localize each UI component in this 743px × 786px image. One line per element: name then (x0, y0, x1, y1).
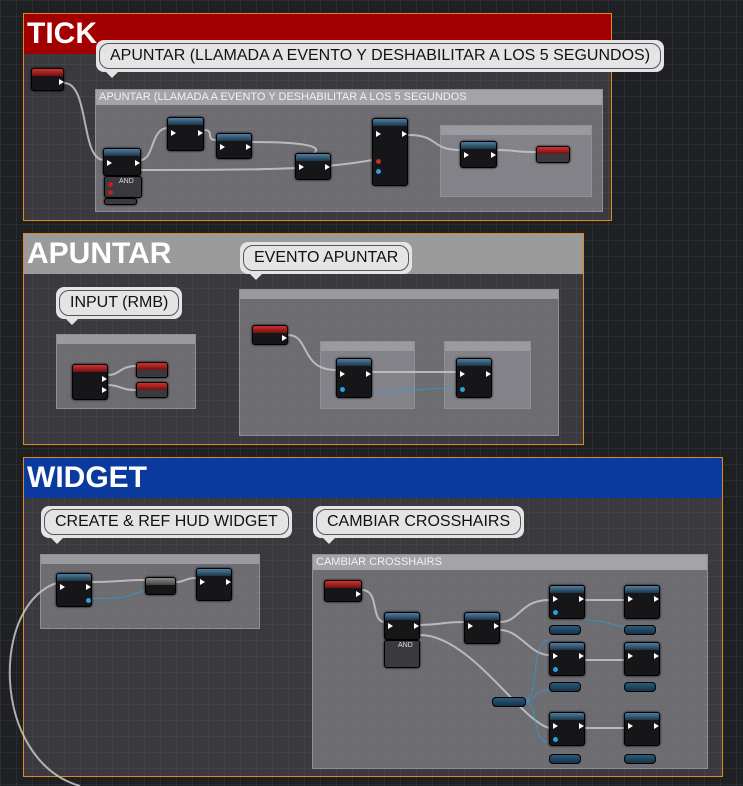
bubble-input-rmb[interactable]: INPUT (RMB) (56, 287, 183, 325)
cambiar-and-node[interactable]: AND (384, 640, 420, 668)
cambiar-branch-node[interactable] (384, 612, 420, 640)
bubble-cambiar[interactable]: CAMBIAR CROSSHAIRS (313, 506, 525, 544)
create-widget-node[interactable] (56, 573, 92, 607)
bubble-tick-apuntar-text: APUNTAR (LLAMADA A EVENTO Y DESHABILITAR… (99, 43, 662, 69)
bubble-evento-apuntar[interactable]: EVENTO APUNTAR (240, 242, 413, 280)
brush-var-3[interactable] (624, 754, 656, 764)
cambiar-sequence-node[interactable] (464, 612, 500, 644)
tick-enabled-node[interactable] (536, 146, 570, 163)
set-aiming-true[interactable] (136, 362, 168, 378)
brush-set-node-2[interactable] (624, 642, 660, 676)
event-tick-node[interactable] (31, 68, 64, 91)
comment-disable-tick-title (441, 126, 591, 135)
cambiar-and-label: AND (398, 642, 413, 649)
delay-node[interactable] (167, 117, 204, 151)
crosshair-var-3[interactable] (549, 754, 581, 764)
add-to-viewport-node[interactable] (145, 577, 176, 595)
comment-create-hud-title (41, 555, 259, 564)
retract-node[interactable] (336, 358, 372, 398)
set-node[interactable] (295, 153, 331, 180)
comment-cambiar-title: CAMBIAR CROSSHAIRS (313, 555, 707, 570)
comment-retract-title (321, 342, 414, 351)
crosshair-set-node-2[interactable] (549, 642, 585, 676)
and-label: AND (119, 178, 134, 185)
bubble-tick-apuntar[interactable]: APUNTAR (LLAMADA A EVENTO Y DESHABILITAR… (96, 40, 665, 78)
brush-var-2[interactable] (624, 682, 656, 692)
comment-evento-apuntar-title (240, 290, 558, 299)
crosshair-var-2[interactable] (549, 682, 581, 692)
disable-tick-node[interactable] (460, 141, 497, 168)
rmb-input-node[interactable] (72, 364, 108, 400)
hud-ref-var-node[interactable] (492, 697, 526, 707)
bubble-create-hud-text: CREATE & REF HUD WIDGET (44, 509, 289, 535)
comment-input-rmb-title (57, 335, 195, 344)
brush-var-1[interactable] (624, 625, 656, 635)
bubble-evento-apuntar-text: EVENTO APUNTAR (243, 245, 410, 271)
section-widget-title: WIDGET (24, 458, 722, 498)
comment-set-crosshair-title (445, 342, 530, 351)
crosshair-set-node-1[interactable] (549, 585, 585, 619)
bubble-create-hud[interactable]: CREATE & REF HUD WIDGET (41, 506, 292, 544)
bubble-input-rmb-text: INPUT (RMB) (59, 290, 180, 316)
set-hud-ref-node[interactable] (196, 568, 232, 601)
comment-tick-apuntar-title: APUNTAR (LLAMADA A EVENTO Y DESHABILITAR… (96, 90, 602, 105)
branch-node[interactable] (103, 148, 141, 176)
set-crosshair-node[interactable] (456, 358, 492, 398)
set-aiming-false[interactable] (136, 382, 168, 398)
call-event-node[interactable] (216, 133, 252, 159)
and-input-a[interactable] (104, 198, 137, 205)
brush-set-node-3[interactable] (624, 712, 660, 746)
and-node[interactable]: AND (104, 176, 142, 198)
timeline-node[interactable] (372, 118, 408, 186)
event-cambiar-node[interactable] (324, 580, 362, 602)
brush-set-node-1[interactable] (624, 585, 660, 619)
crosshair-set-node-3[interactable] (549, 712, 585, 746)
bubble-cambiar-text: CAMBIAR CROSSHAIRS (316, 509, 522, 535)
event-apuntar-node[interactable] (252, 325, 288, 345)
crosshair-var-1[interactable] (549, 625, 581, 635)
